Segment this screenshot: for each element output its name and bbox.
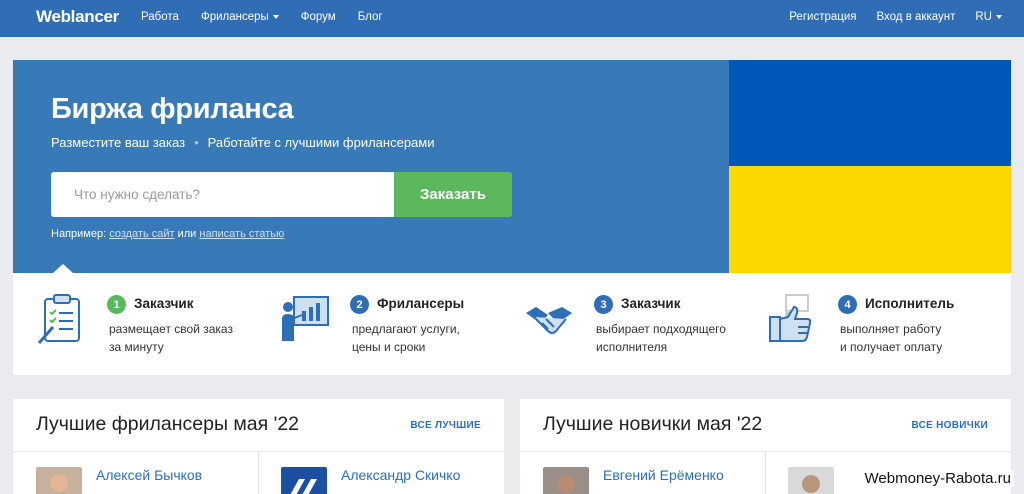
step-desc-line: выполняет работу <box>840 322 942 336</box>
nav-link-freelancers[interactable]: Фрилансеры <box>201 11 279 23</box>
newbie-item[interactable]: Евгений Ерёменко <box>543 465 763 494</box>
step-title: Исполнитель <box>865 296 955 311</box>
step-desc-line: выбирает подходящего <box>596 322 726 336</box>
how-it-works: 1 Заказчик размещает свой заказ за минуту… <box>13 273 1011 375</box>
step-title: Фрилансеры <box>377 296 465 311</box>
clipboard-icon <box>37 294 80 344</box>
example-label: Например: <box>51 228 107 240</box>
watermark: Webmoney-Rabota.ru <box>861 470 1014 487</box>
step-desc-line: исполнителя <box>596 340 668 354</box>
freelancer-name[interactable]: Алексей Бычков <box>96 467 202 483</box>
top-navbar: Weblancer Работа Фрилансеры Форум Блог Р… <box>0 0 1024 37</box>
step-number: 2 <box>350 295 369 314</box>
example-link-site[interactable]: создать сайт <box>109 228 174 240</box>
freelancer-name[interactable]: Александр Скичко <box>341 467 460 483</box>
handshake-icon <box>526 307 572 334</box>
step-desc-line: размещает свой заказ <box>109 322 233 336</box>
freelancer-item[interactable]: Алексей Бычков <box>36 465 256 494</box>
avatar <box>36 467 82 494</box>
step-desc-line: цены и сроки <box>352 340 426 354</box>
all-best-link[interactable]: ВСЕ ЛУЧШИЕ <box>410 420 481 431</box>
step-2: 2 Фрилансеры предлагают услуги, цены и ср… <box>280 293 520 363</box>
step-3: 3 Заказчик выбирает подходящего исполните… <box>524 293 764 363</box>
step-desc-line: предлагают услуги, <box>352 322 460 336</box>
site-logo[interactable]: Weblancer <box>36 7 119 27</box>
card-title: Лучшие фрилансеры мая '22 <box>36 413 300 435</box>
example-link-article[interactable]: написать статью <box>199 228 284 240</box>
newbie-item[interactable] <box>788 465 848 494</box>
chevron-down-icon <box>272 14 279 19</box>
step-number: 3 <box>594 295 613 314</box>
account-nav: Регистрация Вход в аккаунт RU <box>769 11 1002 23</box>
language-selector[interactable]: RU <box>975 11 1002 23</box>
order-button[interactable]: Заказать <box>394 172 512 217</box>
chevron-down-icon <box>996 14 1002 19</box>
step-description: размещает свой заказ за минуту <box>109 320 279 356</box>
task-input[interactable] <box>51 172 394 217</box>
flag-yellow-stripe <box>729 166 1011 273</box>
nav-link-forum[interactable]: Форум <box>301 11 336 23</box>
example-hint: Например: создать сайт или написать стат… <box>51 228 284 240</box>
step-title: Заказчик <box>134 296 194 311</box>
login-link[interactable]: Вход в аккаунт <box>877 11 956 23</box>
newbie-name[interactable]: Евгений Ерёменко <box>603 467 724 483</box>
hero-banner: Биржа фриланса Разместите ваш заказ • Рабо… <box>13 60 1011 273</box>
hero-sub-right: Работайте с лучшими фрилансерами <box>207 135 435 150</box>
best-freelancers-card: Лучшие фрилансеры мая '22 ВСЕ ЛУЧШИЕ Але… <box>13 399 504 494</box>
divider <box>258 452 259 494</box>
all-newbies-link[interactable]: ВСЕ НОВИЧКИ <box>911 420 988 431</box>
divider <box>765 452 766 494</box>
card-title: Лучшие новички мая '22 <box>543 413 763 435</box>
hero-subtitle: Разместите ваш заказ • Работайте с лучшими… <box>51 135 434 150</box>
avatar <box>281 467 327 494</box>
step-number: 4 <box>838 295 857 314</box>
step-desc-line: и получает оплату <box>840 340 943 354</box>
nav-link-jobs[interactable]: Работа <box>141 11 179 23</box>
step-title: Заказчик <box>621 296 681 311</box>
step-description: выбирает подходящего исполнителя <box>596 320 766 356</box>
step-desc-line: за минуту <box>109 340 164 354</box>
step-1: 1 Заказчик размещает свой заказ за минуту <box>37 293 277 363</box>
task-search-box <box>51 172 394 217</box>
language-label: RU <box>975 11 992 23</box>
hero-title: Биржа фриланса <box>51 93 294 125</box>
step-number: 1 <box>107 295 126 314</box>
presentation-icon <box>282 296 329 341</box>
step-4: 4 Исполнитель выполняет работу и получает… <box>768 293 1008 363</box>
step-description: выполняет работу и получает оплату <box>840 320 1010 356</box>
ukraine-flag <box>729 60 1011 273</box>
freelancer-item[interactable]: Александр Скичко <box>281 465 491 494</box>
nav-link-blog[interactable]: Блог <box>358 11 383 23</box>
nav-link-freelancers-label: Фрилансеры <box>200 11 269 23</box>
thumbs-up-icon <box>769 294 812 342</box>
hero-sub-left: Разместите ваш заказ <box>51 135 186 150</box>
register-link[interactable]: Регистрация <box>789 11 856 23</box>
example-or: или <box>177 228 197 240</box>
flag-blue-stripe <box>729 60 1011 166</box>
hero-notch <box>53 264 73 273</box>
separator-dot: • <box>194 135 199 150</box>
avatar <box>543 467 589 494</box>
avatar <box>788 467 834 494</box>
step-description: предлагают услуги, цены и сроки <box>352 320 522 356</box>
main-nav: Работа Фрилансеры Форум Блог <box>141 11 405 23</box>
